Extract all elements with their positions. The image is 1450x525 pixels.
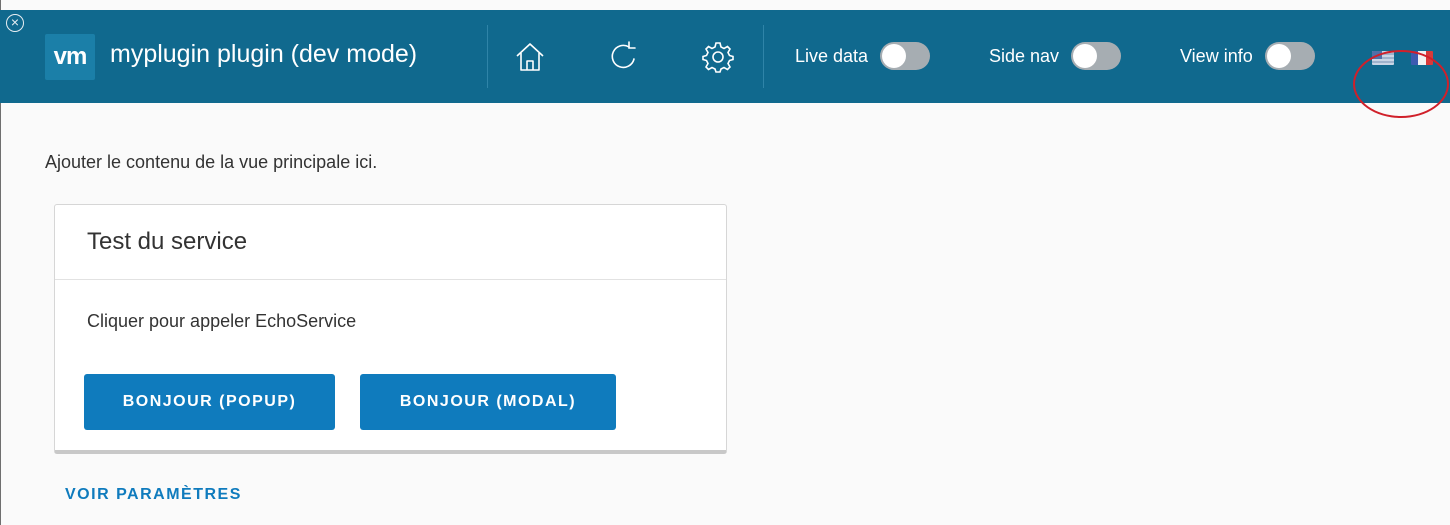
header-divider (763, 25, 764, 88)
close-icon[interactable]: × (6, 14, 24, 32)
app-header: vm myplugin plugin (dev mode) Live data … (0, 10, 1450, 103)
fr-flag-icon[interactable] (1411, 51, 1433, 65)
view-info-toggle-group: View info (1180, 42, 1315, 70)
live-data-toggle[interactable] (880, 42, 931, 70)
us-flag-icon[interactable] (1372, 51, 1394, 65)
view-info-toggle[interactable] (1264, 42, 1315, 70)
view-info-label: View info (1180, 45, 1253, 66)
home-icon[interactable] (510, 37, 550, 77)
service-test-card: Test du service Cliquer pour appeler Ech… (54, 204, 727, 454)
toggle-knob (1073, 44, 1098, 68)
intro-text: Ajouter le contenu de la vue principale … (45, 152, 378, 172)
side-nav-toggle[interactable] (1071, 42, 1122, 70)
logo-text: vm (53, 43, 88, 70)
toggle-knob (882, 44, 907, 68)
live-data-toggle-group: Live data (795, 42, 931, 70)
gear-icon[interactable] (698, 37, 738, 77)
card-text: Cliquer pour appeler EchoService (87, 311, 357, 331)
hello-popup-button[interactable]: BONJOUR (POPUP) (84, 374, 335, 430)
toggle-knob (1266, 44, 1291, 68)
vm-logo: vm (45, 34, 95, 80)
app-title: myplugin plugin (dev mode) (110, 40, 418, 68)
view-settings-link[interactable]: VOIR PARAMÈTRES (65, 486, 242, 504)
live-data-label: Live data (795, 45, 869, 66)
side-nav-label: Side nav (989, 45, 1060, 66)
side-nav-toggle-group: Side nav (989, 42, 1122, 70)
hello-modal-button[interactable]: BONJOUR (MODAL) (360, 374, 616, 430)
card-title: Test du service (87, 228, 248, 255)
header-divider (487, 25, 488, 88)
card-header: Test du service (55, 205, 726, 280)
refresh-icon[interactable] (604, 37, 644, 77)
